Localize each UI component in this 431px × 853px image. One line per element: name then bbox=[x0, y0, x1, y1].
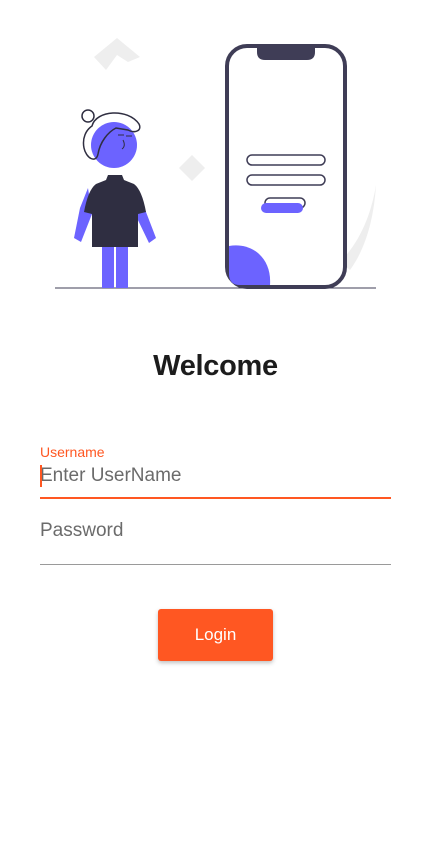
decor-diamond-small bbox=[179, 155, 205, 181]
text-caret bbox=[40, 465, 42, 487]
decor-diamond-large bbox=[94, 38, 140, 70]
phone-field-1 bbox=[246, 154, 326, 166]
person-hair-bun bbox=[81, 109, 95, 123]
login-illustration bbox=[55, 38, 376, 289]
phone-button-fill bbox=[261, 203, 303, 213]
person-torso bbox=[84, 175, 146, 247]
phone-field-2 bbox=[246, 174, 326, 186]
page-title: Welcome bbox=[153, 350, 278, 382]
username-input[interactable] bbox=[40, 463, 391, 489]
person-leg-right bbox=[116, 244, 128, 288]
password-input[interactable] bbox=[40, 518, 391, 544]
username-underline bbox=[40, 497, 391, 499]
password-field[interactable] bbox=[40, 512, 391, 565]
username-field[interactable]: Username bbox=[40, 444, 391, 499]
username-label: Username bbox=[40, 444, 105, 460]
phone-notch bbox=[257, 46, 315, 60]
person-leg-left bbox=[102, 244, 114, 288]
login-button[interactable]: Login bbox=[158, 609, 273, 661]
phone-side-button bbox=[343, 100, 347, 128]
password-underline bbox=[40, 564, 391, 565]
